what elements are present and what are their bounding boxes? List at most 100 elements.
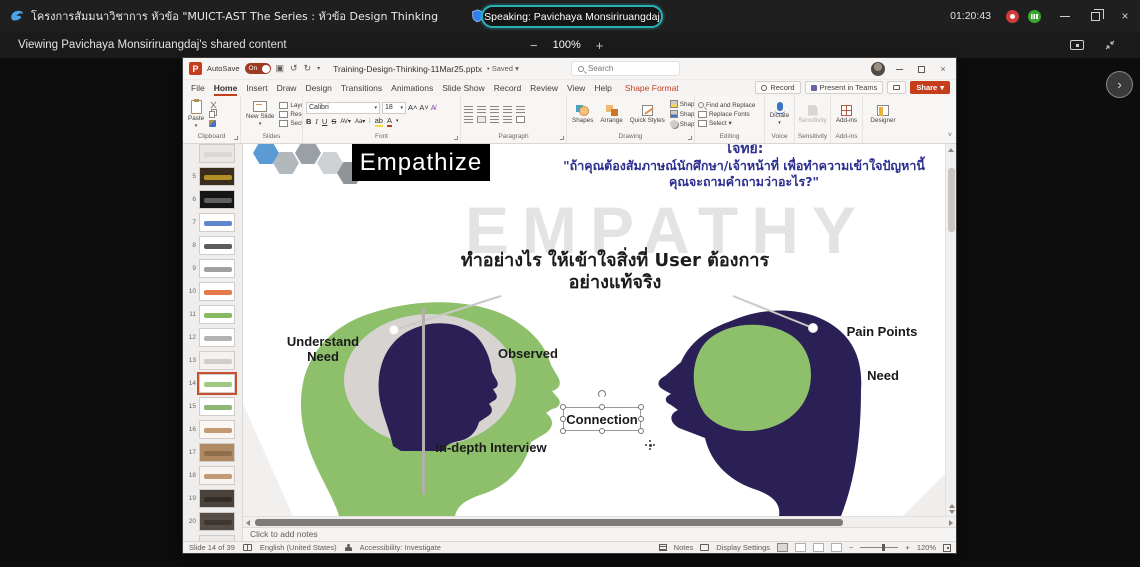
selection-handle[interactable] bbox=[560, 404, 566, 410]
align-center-icon[interactable] bbox=[477, 116, 486, 123]
undo-icon[interactable]: ↺ bbox=[290, 63, 298, 74]
notes-toggle-icon[interactable] bbox=[659, 544, 667, 551]
section-button[interactable]: Section ▾ bbox=[279, 120, 303, 127]
decrease-indent-icon[interactable] bbox=[490, 106, 499, 113]
ribbon-tab[interactable]: Animations bbox=[391, 80, 433, 96]
slide-horizontal-scrollbar[interactable] bbox=[243, 516, 956, 527]
vertical-scroll-thumb[interactable] bbox=[948, 168, 955, 232]
scroll-right-icon[interactable] bbox=[949, 520, 953, 526]
slide-thumbnail[interactable] bbox=[186, 144, 242, 163]
slide-thumbnail[interactable]: 12 bbox=[186, 328, 242, 347]
search-input[interactable]: Search bbox=[571, 61, 680, 76]
reading-view-button[interactable] bbox=[813, 543, 824, 552]
zoom-percentage[interactable]: 120% bbox=[917, 543, 936, 552]
label-understand-need[interactable]: Understand Need bbox=[278, 334, 368, 364]
slide-canvas[interactable]: EMPATHY bbox=[243, 144, 945, 516]
shapes-button[interactable]: Shapes bbox=[570, 105, 595, 124]
slide-thumbnail[interactable]: 19 bbox=[186, 489, 242, 508]
rotate-handle[interactable] bbox=[598, 390, 606, 398]
slide-thumbnail[interactable]: 10 bbox=[186, 282, 242, 301]
copy-icon[interactable] bbox=[209, 111, 215, 118]
change-case-button[interactable]: Aa▾ bbox=[355, 118, 365, 125]
underline-button[interactable]: U bbox=[322, 117, 327, 126]
bullets-icon[interactable] bbox=[464, 106, 473, 113]
font-color-button[interactable]: A bbox=[387, 116, 392, 127]
char-spacing-button[interactable]: AV▾ bbox=[340, 118, 351, 125]
align-left-icon[interactable] bbox=[464, 116, 473, 123]
language-status[interactable]: English (United States) bbox=[260, 543, 337, 552]
ribbon-tab[interactable]: Home bbox=[214, 80, 238, 96]
slide-thumbnail[interactable]: 6 bbox=[186, 190, 242, 209]
record-button[interactable]: Record bbox=[755, 81, 800, 94]
increase-font-icon[interactable]: A˄ bbox=[408, 103, 417, 112]
save-status[interactable]: • Saved ▾ bbox=[487, 64, 519, 73]
scroll-left-icon[interactable] bbox=[246, 520, 250, 526]
arrange-button[interactable]: Arrange bbox=[598, 105, 624, 124]
present-in-teams-button[interactable]: Present in Teams bbox=[805, 81, 884, 94]
spellcheck-icon[interactable] bbox=[243, 544, 252, 551]
ppt-minimize-button[interactable] bbox=[888, 58, 910, 80]
columns-icon[interactable] bbox=[516, 116, 525, 123]
selection-handle[interactable] bbox=[560, 416, 566, 422]
quick-styles-button[interactable]: Quick Styles bbox=[628, 105, 667, 124]
select-button[interactable]: Select ▾ bbox=[698, 120, 755, 127]
selection-handle[interactable] bbox=[638, 404, 644, 410]
normal-view-button[interactable] bbox=[777, 543, 788, 552]
line-spacing-icon[interactable] bbox=[516, 106, 525, 113]
strikethrough-button[interactable]: S bbox=[331, 117, 336, 126]
close-button[interactable]: × bbox=[1110, 0, 1140, 32]
customize-qat-icon[interactable]: ▾ bbox=[317, 65, 320, 72]
ribbon-tab[interactable]: Record bbox=[494, 80, 521, 96]
slide-thumbnail[interactable]: 11 bbox=[186, 305, 242, 324]
font-name-select[interactable]: Calibri▾ bbox=[306, 102, 380, 114]
speaking-indicator[interactable]: Speaking: Pavichaya Monsiriruangdaj bbox=[481, 5, 663, 28]
layout-button[interactable]: Layout ▾ bbox=[279, 102, 303, 109]
ribbon-tab[interactable]: Help bbox=[594, 80, 611, 96]
shape-effects-button[interactable]: Shape Effects ▾ bbox=[670, 120, 695, 128]
decrease-font-icon[interactable]: A˅ bbox=[419, 103, 428, 112]
label-need[interactable]: Need bbox=[843, 368, 923, 383]
zoom-slider-knob[interactable] bbox=[882, 544, 885, 551]
previous-slide-button[interactable] bbox=[949, 504, 955, 508]
slide-thumbnail[interactable]: 5 bbox=[186, 167, 242, 186]
ribbon-tab[interactable]: Draw bbox=[277, 80, 297, 96]
ribbon-tab[interactable]: File bbox=[191, 80, 205, 96]
shape-fill-button[interactable]: Shape Fill ▾ bbox=[670, 100, 695, 108]
zoom-slider[interactable] bbox=[860, 547, 898, 548]
ribbon-tab[interactable]: View bbox=[567, 80, 585, 96]
central-question[interactable]: ทำอย่างไร ให้เข้าใจสิ่งที่ User ต้องการ … bbox=[435, 250, 795, 294]
justify-icon[interactable] bbox=[503, 116, 512, 123]
account-avatar[interactable] bbox=[871, 62, 885, 76]
notes-pane[interactable]: Click to add notes bbox=[243, 527, 956, 541]
autosave-toggle[interactable]: On bbox=[245, 63, 271, 74]
selection-handle[interactable] bbox=[560, 428, 566, 434]
fit-slide-icon[interactable] bbox=[943, 544, 951, 552]
notes-toggle[interactable]: Notes bbox=[674, 543, 694, 552]
slide-thumbnail[interactable]: 15 bbox=[186, 397, 242, 416]
replace-fonts-button[interactable]: Replace Fonts bbox=[698, 111, 755, 118]
label-in-depth-interview[interactable]: In-depth Interview bbox=[431, 440, 551, 455]
thumbnail-scrollbar[interactable] bbox=[422, 308, 425, 495]
question-prompt[interactable]: โจทย์: "ถ้าคุณต้องสัมภาษณ์นักศึกษา/เจ้าห… bbox=[548, 144, 940, 190]
shape-outline-button[interactable]: Shape Outline ▾ bbox=[670, 110, 695, 118]
zoom-out-button[interactable]: − bbox=[530, 38, 538, 53]
ribbon-tab[interactable]: Slide Show bbox=[442, 80, 485, 96]
display-settings-icon[interactable] bbox=[700, 544, 709, 551]
addins-button[interactable]: Add-ins bbox=[834, 105, 859, 124]
paragraph-dialog-launcher[interactable] bbox=[560, 136, 564, 140]
selection-handle[interactable] bbox=[599, 404, 605, 410]
selection-handle[interactable] bbox=[638, 416, 644, 422]
drawing-dialog-launcher[interactable] bbox=[688, 136, 692, 140]
font-dialog-launcher[interactable] bbox=[454, 136, 458, 140]
clipboard-dialog-launcher[interactable] bbox=[234, 136, 238, 140]
label-pain-points[interactable]: Pain Points bbox=[842, 324, 922, 339]
cut-icon[interactable] bbox=[209, 101, 217, 109]
highlight-color-button[interactable]: ab bbox=[375, 116, 383, 127]
clear-formatting-icon[interactable]: A̸ bbox=[431, 103, 436, 112]
align-right-icon[interactable] bbox=[490, 116, 499, 123]
ribbon-tab[interactable]: Insert bbox=[246, 80, 267, 96]
redo-icon[interactable]: ↻ bbox=[304, 63, 312, 74]
dictate-button[interactable]: Dictate▾ bbox=[768, 102, 792, 126]
slide-vertical-scrollbar[interactable] bbox=[945, 144, 956, 516]
slideshow-view-button[interactable] bbox=[831, 543, 842, 552]
